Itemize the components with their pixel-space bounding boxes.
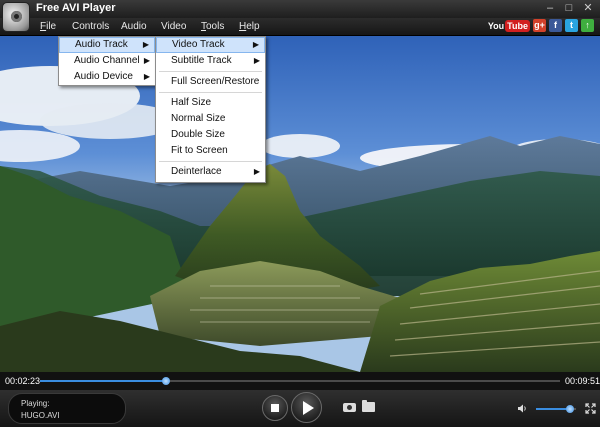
submenu-arrow-icon: ▶ — [142, 40, 149, 49]
video-frame — [0, 36, 600, 372]
google-plus-icon[interactable]: g+ — [533, 19, 546, 32]
volume-slider[interactable] — [536, 405, 576, 413]
audio-submenu: Audio Track ▶ Audio Channel ▶ Audio Device… — [58, 36, 156, 86]
menu-item-audio-channel[interactable]: Audio Channel ▶ — [59, 53, 155, 69]
title-bar: Free AVI Player – □ ✕ — [0, 0, 600, 18]
facebook-icon[interactable]: f — [549, 19, 562, 32]
total-time: 00:09:51 — [565, 376, 600, 386]
now-playing-file: HUGO.AVI — [21, 411, 60, 420]
snapshot-camera-icon[interactable] — [343, 403, 356, 412]
video-display[interactable]: Audio Track ▶ Audio Channel ▶ Audio Device… — [0, 36, 600, 372]
play-button[interactable] — [291, 392, 322, 423]
menu-tools[interactable]: Tools — [201, 21, 224, 32]
menu-item-audio-track[interactable]: Audio Track ▶ — [59, 37, 155, 53]
menu-item-audio-device[interactable]: Audio Device ▶ — [59, 69, 155, 85]
speaker-icon[interactable] — [518, 404, 528, 413]
stop-button[interactable] — [262, 395, 288, 421]
twitter-icon[interactable]: t — [565, 19, 578, 32]
submenu-arrow-icon: ▶ — [143, 72, 150, 81]
current-time: 00:02:23 — [5, 376, 41, 386]
seek-bar: 00:02:23 00:09:51 — [0, 372, 600, 390]
app-logo-icon — [2, 2, 30, 32]
menu-item-half-size[interactable]: Half Size — [156, 95, 265, 111]
menu-audio[interactable]: Audio — [121, 21, 147, 32]
seek-track[interactable] — [40, 377, 560, 385]
menu-separator — [159, 71, 262, 72]
submenu-arrow-icon: ▶ — [252, 40, 259, 49]
volume-level — [536, 408, 570, 410]
submenu-arrow-icon: ▶ — [143, 56, 150, 65]
youtube-icon[interactable]: You Tube — [487, 19, 530, 32]
menu-item-deinterlace[interactable]: Deinterlace ▶ — [156, 164, 265, 180]
video-submenu: Video Track ▶ Subtitle Track ▶ Full Screen… — [155, 36, 266, 183]
volume-thumb[interactable] — [566, 405, 574, 413]
fullscreen-icon[interactable] — [585, 403, 596, 414]
open-folder-icon[interactable] — [362, 400, 375, 412]
seek-thumb[interactable] — [162, 377, 171, 385]
menu-video[interactable]: Video — [161, 21, 186, 32]
control-bar: Playing: HUGO.AVI — [0, 390, 600, 427]
menu-separator — [159, 161, 262, 162]
menu-separator — [159, 92, 262, 93]
submenu-arrow-icon: ▶ — [253, 56, 260, 65]
menu-bar: File Controls Audio Video Tools Help You… — [0, 18, 600, 36]
now-playing-label: Playing: — [21, 399, 50, 408]
app-title: Free AVI Player — [36, 2, 116, 14]
menu-item-fit-to-screen[interactable]: Fit to Screen — [156, 143, 265, 159]
now-playing-panel: Playing: HUGO.AVI — [8, 393, 126, 424]
menu-item-full-screen[interactable]: Full Screen/Restore — [156, 74, 265, 90]
menu-item-normal-size[interactable]: Normal Size — [156, 111, 265, 127]
submenu-arrow-icon: ▶ — [253, 167, 260, 176]
menu-item-double-size[interactable]: Double Size — [156, 127, 265, 143]
update-icon[interactable]: ↑ — [581, 19, 594, 32]
close-button[interactable]: ✕ — [580, 1, 596, 15]
maximize-button[interactable]: □ — [561, 1, 577, 15]
menu-item-subtitle-track[interactable]: Subtitle Track ▶ — [156, 53, 265, 69]
seek-progress — [40, 380, 167, 382]
menu-help[interactable]: Help — [239, 21, 260, 32]
menu-item-video-track[interactable]: Video Track ▶ — [156, 37, 265, 53]
menu-controls[interactable]: Controls — [72, 21, 109, 32]
minimize-button[interactable]: – — [542, 1, 558, 15]
menu-file[interactable]: File — [40, 21, 56, 32]
